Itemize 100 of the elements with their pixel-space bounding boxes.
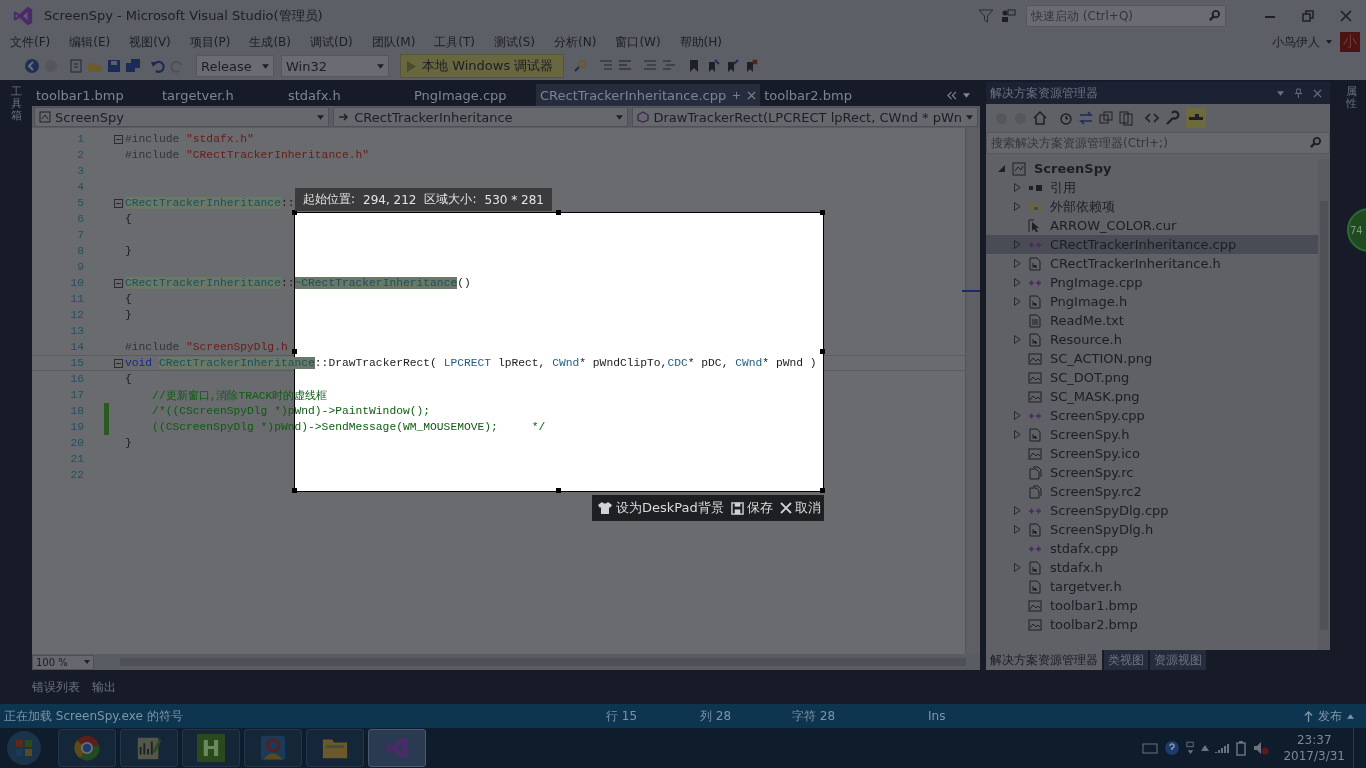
zoom-dropdown[interactable]: 100 % <box>32 654 94 670</box>
taskbar-button[interactable] <box>58 729 116 767</box>
vertical-scrollbar[interactable] <box>965 128 980 654</box>
expand-icon[interactable] <box>1013 202 1021 211</box>
expand-icon[interactable] <box>1013 563 1021 572</box>
tree-row[interactable]: ReadMe.txt <box>986 311 1318 330</box>
cancel-button[interactable]: 取消 <box>780 499 821 517</box>
copy-icon[interactable] <box>1118 110 1134 126</box>
tree-row[interactable]: toolbar1.bmp <box>986 596 1318 615</box>
resize-handle[interactable] <box>556 488 561 493</box>
tree-row[interactable]: SC_DOT.png <box>986 368 1318 387</box>
menu-item[interactable]: 项目(P) <box>189 33 231 51</box>
resize-handle[interactable] <box>556 210 561 215</box>
filter-icon[interactable] <box>978 8 994 24</box>
caret-icon[interactable] <box>963 92 970 98</box>
set-wallpaper-button[interactable]: 设为DeskPad背景 <box>597 499 724 517</box>
expand-icon[interactable] <box>1013 297 1021 306</box>
menu-item[interactable]: 分析(N) <box>554 33 597 51</box>
wrench-icon[interactable] <box>1164 110 1180 126</box>
show-hidden-icons-icon[interactable] <box>1201 745 1210 751</box>
resize-handle[interactable] <box>292 488 297 493</box>
tree-item[interactable]: ScreenSpy <box>1034 161 1112 176</box>
tree-row[interactable]: PngImage.h <box>986 292 1318 311</box>
expand-icon[interactable] <box>1013 240 1021 249</box>
expand-icon[interactable] <box>1013 506 1021 515</box>
caret-icon[interactable] <box>1277 90 1284 96</box>
find-icon[interactable] <box>573 58 589 74</box>
new-project-icon[interactable] <box>68 58 84 74</box>
tree-row[interactable]: PngImage.cpp <box>986 273 1318 292</box>
menu-item[interactable]: 生成(B) <box>249 33 291 51</box>
tree-row[interactable]: Resource.h <box>986 330 1318 349</box>
collapse-icon[interactable] <box>114 134 123 144</box>
start-button[interactable] <box>4 728 44 768</box>
vertical-scrollbar[interactable] <box>1318 159 1330 650</box>
panel-tab[interactable]: 输出 <box>92 678 116 696</box>
tree-row[interactable]: targetver.h <box>986 577 1318 596</box>
battery-icon[interactable] <box>1235 740 1248 756</box>
resize-handle[interactable] <box>820 349 825 354</box>
tree-row[interactable]: CRectTrackerInheritance.h <box>986 254 1318 273</box>
expand-icon[interactable] <box>1013 183 1021 192</box>
collapse-icon[interactable] <box>114 358 123 368</box>
document-tab[interactable]: toolbar1.bmp <box>32 84 158 106</box>
publish-button[interactable]: 发布 <box>1304 707 1354 725</box>
panel-tab[interactable]: 资源视图 <box>1150 650 1206 670</box>
document-tab[interactable]: CRectTrackerInheritance.cpp <box>536 84 761 106</box>
tree-row[interactable]: 外部依赖项 <box>986 197 1318 216</box>
menu-item[interactable]: 工具(T) <box>434 33 476 51</box>
tree-row[interactable]: ScreenSpyDlg.h <box>986 520 1318 539</box>
expanded-icon[interactable] <box>997 165 1005 172</box>
muted-speaker-icon[interactable] <box>1253 740 1270 756</box>
menu-item[interactable]: 测试(S) <box>494 33 536 51</box>
configuration-dropdown[interactable]: Release <box>196 55 274 77</box>
pin-icon[interactable] <box>1294 87 1303 99</box>
tree-row[interactable]: ScreenSpy.rc <box>986 463 1318 482</box>
panel-tab[interactable]: 解决方案资源管理器 <box>986 650 1102 670</box>
tree-row[interactable]: SC_MASK.png <box>986 387 1318 406</box>
menu-item[interactable]: 视图(V) <box>129 33 171 51</box>
menu-item[interactable]: 窗口(W) <box>615 33 661 51</box>
menu-item[interactable]: 帮助(H) <box>679 33 722 51</box>
expand-icon[interactable] <box>1013 259 1021 268</box>
taskbar-button[interactable] <box>120 729 178 767</box>
tree-row[interactable]: SC_ACTION.png <box>986 349 1318 368</box>
expand-icon[interactable] <box>1013 335 1021 344</box>
input-method-icon[interactable] <box>1186 740 1196 756</box>
undo-icon[interactable] <box>150 58 166 74</box>
menu-item[interactable]: 调试(D) <box>310 33 353 51</box>
network-icon[interactable] <box>1215 742 1230 754</box>
save-all-icon[interactable] <box>125 58 141 74</box>
start-debugging-button[interactable]: 本地 Windows 调试器 <box>400 54 564 78</box>
close-icon[interactable] <box>1313 88 1322 98</box>
expand-icon[interactable] <box>1013 411 1021 420</box>
document-tab[interactable]: stdafx.h <box>284 84 410 106</box>
document-tab[interactable]: PngImage.cpp <box>410 84 536 106</box>
menu-item[interactable]: 团队(M) <box>371 33 416 51</box>
navigation-dropdown[interactable]: CRectTrackerInheritance <box>333 107 629 127</box>
tree-row[interactable]: ScreenSpy.cpp <box>986 406 1318 425</box>
tree-row[interactable]: stdafx.cpp <box>986 539 1318 558</box>
save-icon[interactable] <box>106 58 122 74</box>
collapse-icon[interactable] <box>114 278 123 288</box>
close-icon[interactable] <box>1340 10 1352 22</box>
toolbox-tab[interactable]: 工具箱 <box>10 86 22 123</box>
tab-overflow-icon[interactable] <box>946 90 957 100</box>
home-icon[interactable] <box>1032 110 1048 126</box>
resize-handle[interactable] <box>292 349 297 354</box>
keyboard-icon[interactable] <box>1142 742 1159 754</box>
tree-row[interactable]: toolbar2.bmp <box>986 615 1318 634</box>
resize-handle[interactable] <box>292 210 297 215</box>
tree-row[interactable]: ScreenSpy.ico <box>986 444 1318 463</box>
back-icon[interactable] <box>24 58 40 74</box>
sync-icon[interactable] <box>1078 110 1094 126</box>
tree-row[interactable]: ScreenSpyDlg.cpp <box>986 501 1318 520</box>
taskbar-button[interactable] <box>306 729 364 767</box>
taskbar-button[interactable] <box>368 729 426 767</box>
user-name[interactable]: 小鸟伊人 <box>1272 33 1320 51</box>
panel-tab[interactable]: 错误列表 <box>32 678 80 696</box>
tree-row[interactable]: ARROW_COLOR.cur <box>986 216 1318 235</box>
restore-icon[interactable] <box>1302 10 1314 22</box>
resize-handle[interactable] <box>820 488 825 493</box>
preview-icon[interactable] <box>1186 108 1206 128</box>
tree-row[interactable]: ScreenSpy.h <box>986 425 1318 444</box>
